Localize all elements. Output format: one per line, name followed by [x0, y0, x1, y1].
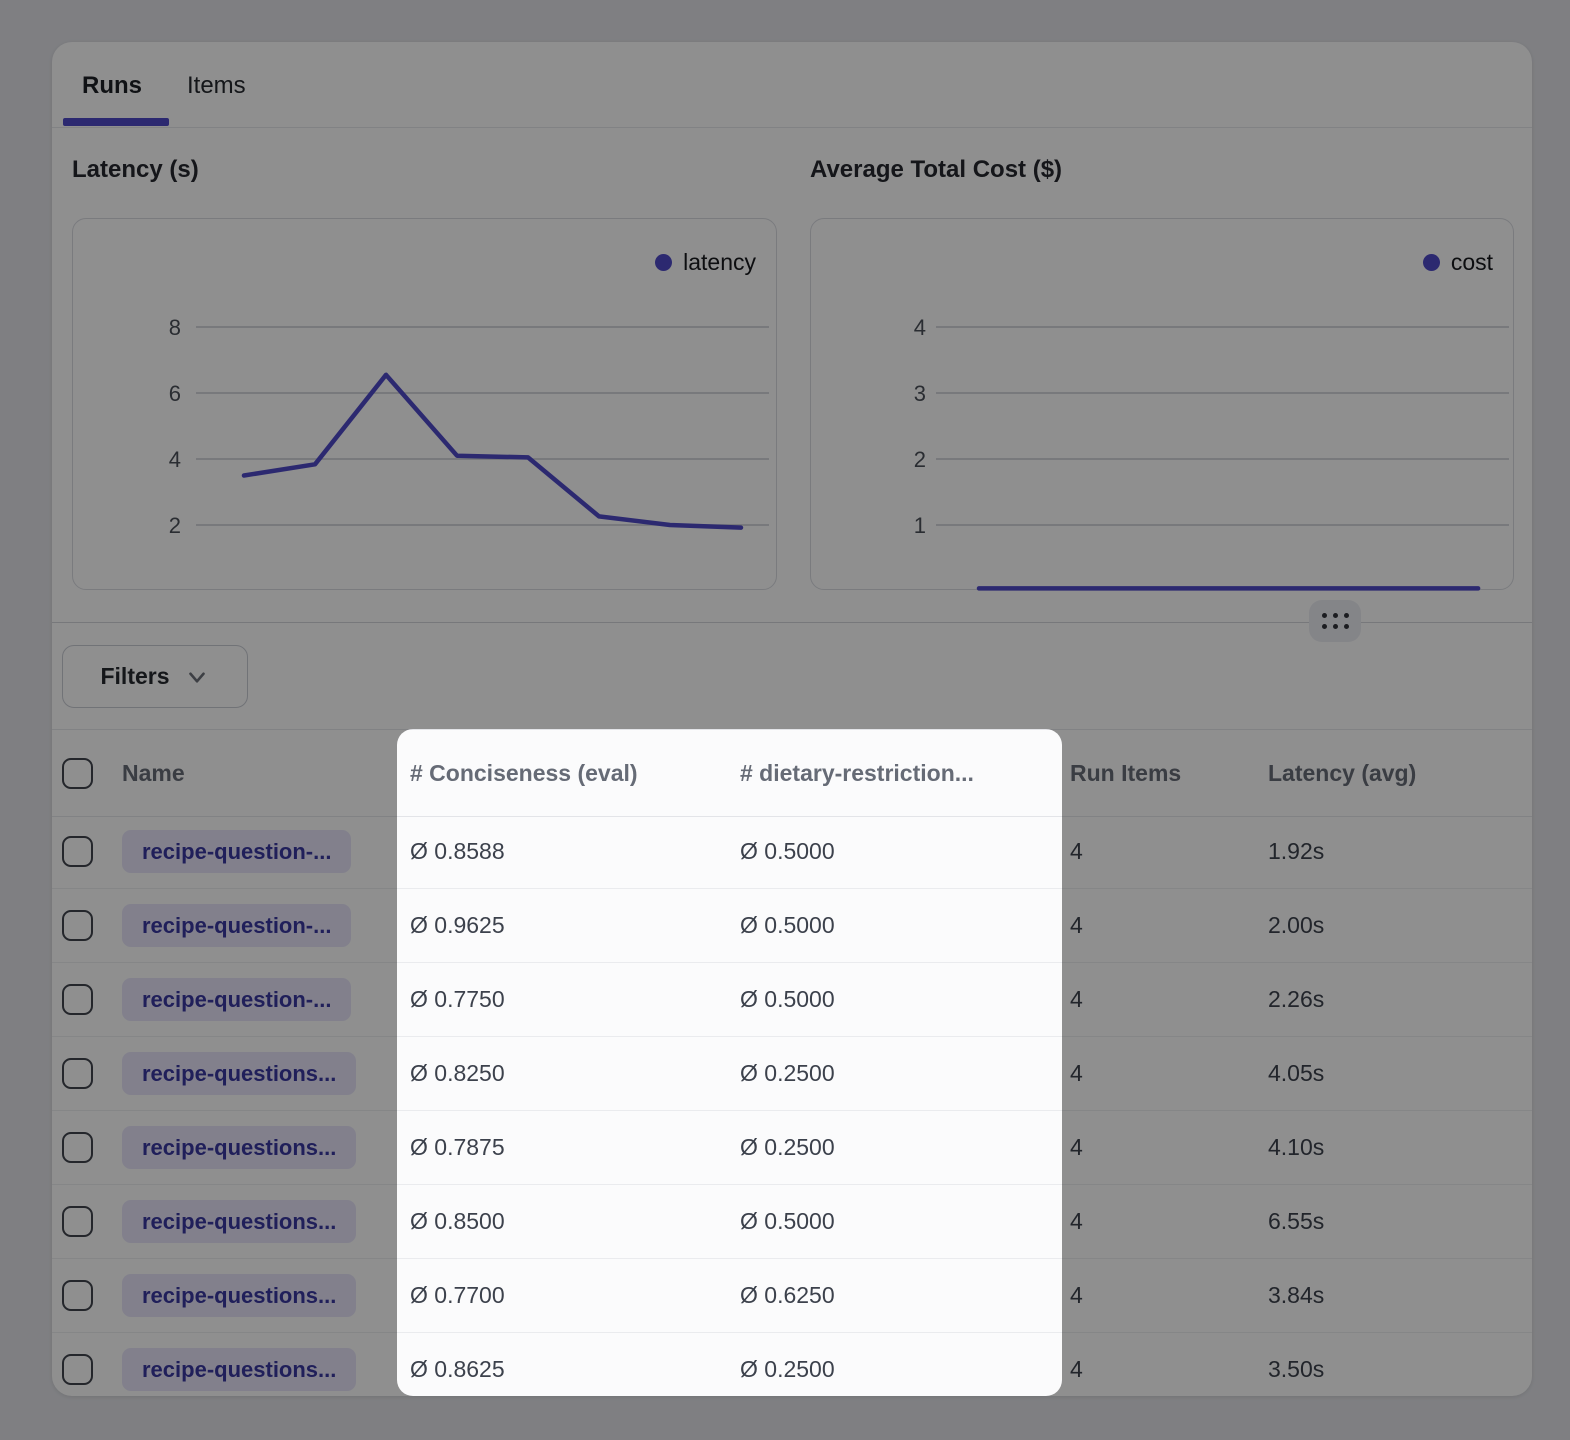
cost-chart-title: Average Total Cost ($): [810, 156, 1062, 184]
col-header-run-items: Run Items: [1070, 730, 1181, 816]
run-items-value: 4: [1070, 889, 1083, 962]
run-items-value: 4: [1070, 1259, 1083, 1332]
run-items-value: 4: [1070, 963, 1083, 1036]
cost-chart-panel: 4 3 2 1 cost: [810, 218, 1514, 590]
table-body: recipe-question-... Ø 0.8588 Ø 0.5000 4 …: [52, 815, 1532, 1406]
legend-label: latency: [683, 249, 756, 276]
row-checkbox[interactable]: [62, 1354, 93, 1385]
svg-text:2: 2: [169, 513, 181, 538]
svg-text:4: 4: [914, 315, 926, 340]
chevron-down-icon: [184, 664, 210, 690]
resize-handle[interactable]: [1309, 600, 1361, 642]
tab-runs[interactable]: Runs: [82, 72, 142, 100]
latency-avg-value: 2.26s: [1268, 963, 1324, 1036]
dietary-restriction-value: Ø 0.2500: [740, 1037, 835, 1110]
latency-avg-value: 4.10s: [1268, 1111, 1324, 1184]
col-header-name: Name: [122, 730, 185, 816]
table-row: recipe-questions... Ø 0.8250 Ø 0.2500 4 …: [52, 1037, 1532, 1111]
select-all-checkbox[interactable]: [62, 758, 93, 789]
run-name-badge[interactable]: recipe-question-...: [122, 978, 351, 1021]
svg-text:6: 6: [169, 381, 181, 406]
latency-chart-title: Latency (s): [72, 156, 199, 184]
row-checkbox[interactable]: [62, 1206, 93, 1237]
table-row: recipe-question-... Ø 0.8588 Ø 0.5000 4 …: [52, 815, 1532, 889]
table-row: recipe-questions... Ø 0.8625 Ø 0.2500 4 …: [52, 1333, 1532, 1406]
latency-avg-value: 4.05s: [1268, 1037, 1324, 1110]
dietary-restriction-value: Ø 0.2500: [740, 1333, 835, 1406]
svg-text:4: 4: [169, 447, 181, 472]
row-checkbox[interactable]: [62, 1280, 93, 1311]
dietary-restriction-value: Ø 0.5000: [740, 889, 835, 962]
run-items-value: 4: [1070, 1185, 1083, 1258]
legend-dot-icon: [655, 254, 672, 271]
svg-text:3: 3: [914, 381, 926, 406]
latency-avg-value: 3.84s: [1268, 1259, 1324, 1332]
dietary-restriction-value: Ø 0.6250: [740, 1259, 835, 1332]
run-items-value: 4: [1070, 1111, 1083, 1184]
svg-text:2: 2: [914, 447, 926, 472]
table-header: Name # Conciseness (eval) # dietary-rest…: [52, 729, 1532, 817]
svg-text:8: 8: [169, 315, 181, 340]
latency-avg-value: 2.00s: [1268, 889, 1324, 962]
dietary-restriction-value: Ø 0.5000: [740, 963, 835, 1036]
run-name-badge[interactable]: recipe-questions...: [122, 1126, 356, 1169]
cost-chart: 4 3 2 1: [811, 219, 1513, 589]
table-row: recipe-question-... Ø 0.7750 Ø 0.5000 4 …: [52, 963, 1532, 1037]
col-header-dietary-restriction: # dietary-restriction...: [740, 730, 974, 816]
dietary-restriction-value: Ø 0.5000: [740, 1185, 835, 1258]
conciseness-value: Ø 0.7875: [410, 1111, 505, 1184]
conciseness-value: Ø 0.8250: [410, 1037, 505, 1110]
col-header-conciseness: # Conciseness (eval): [410, 730, 638, 816]
table-row: recipe-questions... Ø 0.7875 Ø 0.2500 4 …: [52, 1111, 1532, 1185]
run-name-badge[interactable]: recipe-questions...: [122, 1200, 356, 1243]
run-items-value: 4: [1070, 1333, 1083, 1406]
runs-panel-card: Runs Items Latency (s) 8 6 4 2 latency Aver…: [52, 42, 1532, 1396]
legend-label: cost: [1451, 249, 1493, 276]
tab-bar: Runs Items: [52, 42, 1532, 128]
table-row: recipe-question-... Ø 0.9625 Ø 0.5000 4 …: [52, 889, 1532, 963]
latency-chart-panel: 8 6 4 2 latency: [72, 218, 777, 590]
table-row: recipe-questions... Ø 0.8500 Ø 0.5000 4 …: [52, 1185, 1532, 1259]
active-tab-underline: [63, 118, 169, 126]
row-checkbox[interactable]: [62, 836, 93, 867]
dietary-restriction-value: Ø 0.2500: [740, 1111, 835, 1184]
run-name-badge[interactable]: recipe-questions...: [122, 1274, 356, 1317]
conciseness-value: Ø 0.9625: [410, 889, 505, 962]
conciseness-value: Ø 0.8588: [410, 815, 505, 888]
run-name-badge[interactable]: recipe-question-...: [122, 904, 351, 947]
run-name-badge[interactable]: recipe-questions...: [122, 1348, 356, 1391]
conciseness-value: Ø 0.8500: [410, 1185, 505, 1258]
conciseness-value: Ø 0.7750: [410, 963, 505, 1036]
filters-button-label: Filters: [100, 663, 169, 690]
row-checkbox[interactable]: [62, 984, 93, 1015]
tab-items[interactable]: Items: [187, 72, 246, 100]
conciseness-value: Ø 0.7700: [410, 1259, 505, 1332]
filters-button[interactable]: Filters: [62, 645, 248, 708]
run-name-badge[interactable]: recipe-questions...: [122, 1052, 356, 1095]
grip-dots-icon: [1322, 613, 1349, 629]
table-row: recipe-questions... Ø 0.7700 Ø 0.6250 4 …: [52, 1259, 1532, 1333]
latency-avg-value: 1.92s: [1268, 815, 1324, 888]
svg-text:1: 1: [914, 513, 926, 538]
page: Runs Items Latency (s) 8 6 4 2 latency Aver…: [0, 0, 1570, 1440]
latency-avg-value: 6.55s: [1268, 1185, 1324, 1258]
run-items-value: 4: [1070, 1037, 1083, 1110]
latency-legend: latency: [655, 249, 756, 276]
run-items-value: 4: [1070, 815, 1083, 888]
run-name-badge[interactable]: recipe-question-...: [122, 830, 351, 873]
col-header-latency-avg: Latency (avg): [1268, 730, 1416, 816]
row-checkbox[interactable]: [62, 1132, 93, 1163]
cost-legend: cost: [1423, 249, 1493, 276]
dietary-restriction-value: Ø 0.5000: [740, 815, 835, 888]
latency-avg-value: 3.50s: [1268, 1333, 1324, 1406]
conciseness-value: Ø 0.8625: [410, 1333, 505, 1406]
row-checkbox[interactable]: [62, 1058, 93, 1089]
row-checkbox[interactable]: [62, 910, 93, 941]
legend-dot-icon: [1423, 254, 1440, 271]
